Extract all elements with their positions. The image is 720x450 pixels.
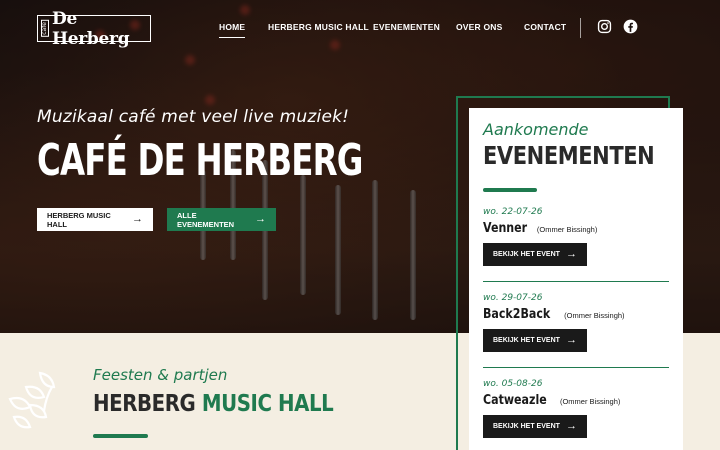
events-panel-script: Aankomende bbox=[483, 120, 589, 139]
event-date: wo. 22-07-26 bbox=[483, 207, 543, 217]
hop-icon bbox=[8, 371, 56, 429]
arrow-right-icon: → bbox=[132, 213, 143, 225]
event-location: (Ommer Bissingh) bbox=[559, 397, 621, 406]
event-date: wo. 29-07-26 bbox=[483, 293, 543, 303]
all-events-button[interactable]: ALLE EVENEMENTEN → bbox=[167, 208, 276, 231]
music-hall-script: Feesten & partjen bbox=[93, 366, 228, 384]
event-location: (Ommer Bissingh) bbox=[536, 225, 598, 234]
nav-home[interactable]: HOME bbox=[219, 22, 246, 38]
event-separator bbox=[483, 281, 669, 282]
instagram-icon[interactable] bbox=[597, 19, 612, 34]
event-name: Catweazle bbox=[483, 393, 547, 408]
arrow-right-icon: → bbox=[566, 248, 577, 260]
event-name: Back2Back bbox=[483, 307, 551, 322]
view-event-label: BEKIJK HET EVENT bbox=[493, 337, 560, 344]
brush-divider bbox=[483, 188, 537, 192]
view-event-button[interactable]: BEKIJK HET EVENT → bbox=[483, 329, 587, 352]
event-date: wo. 05-08-26 bbox=[483, 379, 543, 389]
logo-small-text: café bbox=[41, 20, 49, 37]
music-hall-button-label: HERBERG MUSIC HALL bbox=[47, 210, 111, 229]
brush-divider bbox=[93, 434, 148, 438]
hero-title: CAFÉ DE HERBERG bbox=[37, 135, 363, 186]
music-hall-title-green: MUSIC HALL bbox=[201, 391, 334, 417]
event-item: wo. 22-07-26 Venner (Ommer Bissingh) BEK… bbox=[483, 207, 669, 266]
event-item: wo. 05-08-26 Catweazle (Ommer Bissingh) … bbox=[483, 379, 669, 438]
view-event-button[interactable]: BEKIJK HET EVENT → bbox=[483, 415, 587, 438]
event-title: Venner (Ommer Bissingh) bbox=[483, 221, 669, 236]
arrow-right-icon: → bbox=[566, 420, 577, 432]
view-event-button[interactable]: BEKIJK HET EVENT → bbox=[483, 243, 587, 266]
event-name: Venner bbox=[483, 221, 528, 236]
music-hall-title-dark: HERBERG bbox=[93, 391, 196, 417]
music-hall-button[interactable]: HERBERG MUSIC HALL → bbox=[37, 208, 153, 231]
view-event-label: BEKIJK HET EVENT bbox=[493, 423, 560, 430]
event-item: wo. 29-07-26 Back2Back (Ommer Bissingh) … bbox=[483, 293, 669, 352]
events-panel-title: EVENEMENTEN bbox=[483, 141, 655, 170]
nav-over-ons[interactable]: OVER ONS bbox=[456, 22, 502, 36]
nav-evenementen[interactable]: EVENEMENTEN bbox=[373, 22, 440, 36]
arrow-right-icon: → bbox=[255, 213, 266, 225]
facebook-icon[interactable] bbox=[623, 19, 638, 34]
site-logo[interactable]: café De Herberg bbox=[37, 9, 151, 49]
event-location: (Ommer Bissingh) bbox=[564, 311, 625, 320]
view-event-label: BEKIJK HET EVENT bbox=[493, 251, 560, 258]
music-hall-title: HERBERG MUSIC HALL bbox=[93, 391, 334, 417]
logo-text: De Herberg bbox=[52, 8, 130, 49]
arrow-right-icon: → bbox=[566, 334, 577, 346]
nav-music-hall[interactable]: HERBERG MUSIC HALL bbox=[268, 22, 369, 36]
nav-divider bbox=[580, 18, 581, 38]
event-separator bbox=[483, 367, 669, 368]
nav-contact[interactable]: CONTACT bbox=[524, 22, 566, 36]
hero-tagline: Muzikaal café met veel live muziek! bbox=[37, 107, 350, 127]
event-title: Catweazle (Ommer Bissingh) bbox=[483, 393, 669, 408]
all-events-button-label: ALLE EVENEMENTEN bbox=[177, 210, 235, 229]
events-panel: Aankomende EVENEMENTEN wo. 22-07-26 Venn… bbox=[469, 108, 683, 450]
event-title: Back2Back (Ommer Bissingh) bbox=[483, 307, 669, 322]
